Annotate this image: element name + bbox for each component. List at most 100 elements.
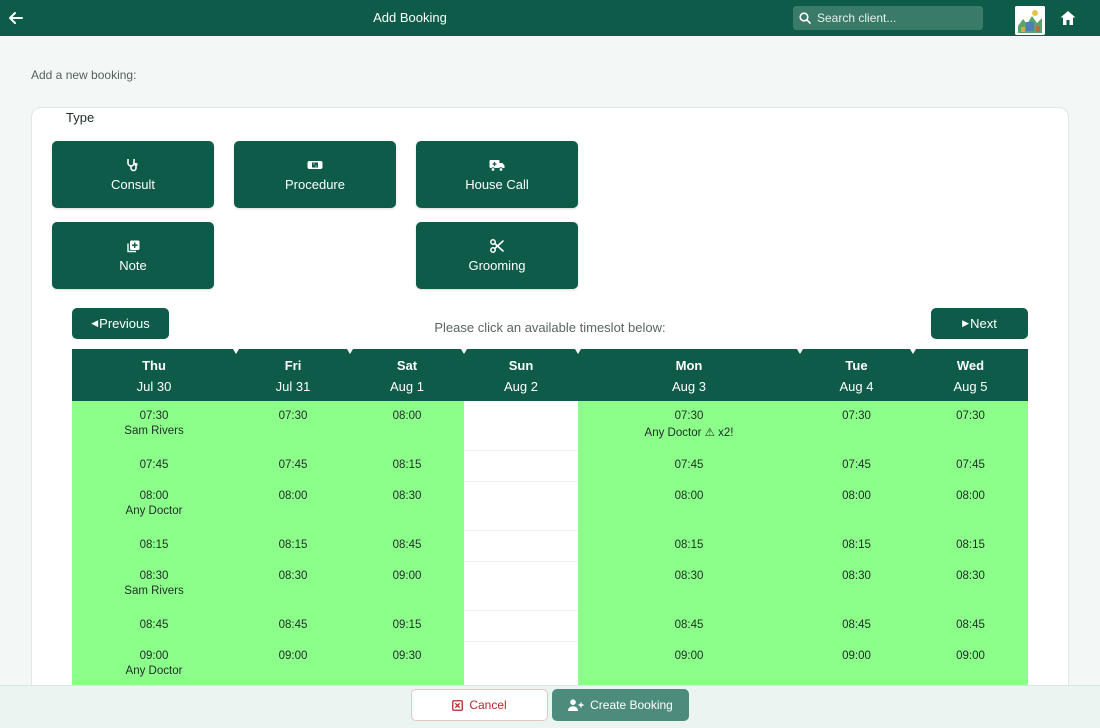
timeslot-time: 08:45 (842, 619, 871, 631)
footer-bar (0, 685, 1100, 728)
timeslot-time: 09:00 (674, 650, 704, 662)
timeslot-time: 09:30 (392, 650, 422, 662)
timeslot-time: 08:30 (956, 570, 985, 582)
search-box[interactable] (793, 6, 983, 30)
timeslot[interactable]: 07:30 (800, 410, 913, 422)
timeslot[interactable]: 07:45 (800, 459, 913, 471)
procedure-label: Procedure (285, 177, 345, 192)
timeslot-time: 08:00 (674, 490, 704, 502)
timeslot[interactable]: 07:30 (913, 410, 1028, 422)
next-button[interactable]: ▶ Next (931, 308, 1028, 339)
timeslot-time: 07:45 (956, 459, 985, 471)
timeslot-time: 07:30 (139, 410, 169, 422)
timeslot-time: 07:45 (139, 459, 169, 471)
timeslot[interactable]: 08:45 (350, 539, 464, 551)
timeslot[interactable]: 08:15 (913, 539, 1028, 551)
user-plus-icon (568, 699, 584, 711)
timeslot[interactable]: 08:45 (913, 619, 1028, 631)
column-divider-notch (575, 349, 581, 354)
timeslot[interactable]: 07:45 (236, 459, 350, 471)
timeslot[interactable]: 08:00 (350, 410, 464, 422)
timeslot-time: 07:45 (674, 459, 704, 471)
timeslot[interactable]: 07:30 Sam Rivers (72, 410, 236, 437)
timeslot[interactable]: 09:00 (350, 570, 464, 582)
previous-label: Previous (99, 316, 150, 331)
note-plus-icon (125, 238, 141, 254)
day-column-sun (464, 401, 578, 685)
timeslot[interactable]: 08:15 (72, 539, 236, 551)
timeslot[interactable]: 09:00 (913, 650, 1028, 662)
timeslot[interactable]: 08:30 (236, 570, 350, 582)
house-call-label: House Call (465, 177, 529, 192)
timeslot[interactable]: 09:30 (350, 650, 464, 662)
timeslot[interactable]: 08:15 (350, 459, 464, 471)
house-call-button[interactable]: House Call (416, 141, 578, 208)
day-header-sun: Sun Aug 2 (504, 358, 538, 394)
row-divider (464, 610, 578, 611)
timeslot[interactable]: 08:30 Sam Rivers (72, 570, 236, 597)
timeslot[interactable]: 08:00 (578, 490, 800, 502)
cancel-label: Cancel (469, 698, 507, 712)
calendar-body: 07:30 Sam Rivers 07:45 08:00 Any Doctor 08:15… (72, 401, 1028, 685)
timeslot[interactable]: 08:45 (72, 619, 236, 631)
search-icon (799, 12, 811, 24)
timeslot[interactable]: 08:30 (350, 490, 464, 502)
timeslot[interactable]: 08:45 (800, 619, 913, 631)
timeslot[interactable]: 08:00 (913, 490, 1028, 502)
timeslot-hint: Please click an available timeslot below… (434, 320, 666, 335)
timeslot[interactable]: 09:00 (800, 650, 913, 662)
procedure-button[interactable]: Procedure (234, 141, 396, 208)
timeslot-time: 07:30 (956, 410, 985, 422)
timeslot-time: 08:45 (674, 619, 704, 631)
timeslot[interactable]: 08:00 (236, 490, 350, 502)
home-button[interactable] (1059, 9, 1077, 27)
create-booking-button[interactable]: Create Booking (552, 689, 689, 721)
timeslot[interactable]: 07:45 (72, 459, 236, 471)
day-column-thu: 07:30 Sam Rivers 07:45 08:00 Any Doctor 08:15… (72, 401, 236, 685)
timeslot[interactable]: 08:15 (800, 539, 913, 551)
column-divider-notch (461, 349, 467, 354)
timeslot[interactable]: 08:45 (578, 619, 800, 631)
clinic-logo[interactable] (1015, 6, 1045, 35)
timeslot[interactable]: 08:15 (236, 539, 350, 551)
home-icon (1060, 11, 1076, 25)
timeslot-time: 08:30 (842, 570, 871, 582)
column-divider-notch (910, 349, 916, 354)
previous-button[interactable]: ◀ Previous (72, 308, 169, 339)
timeslot[interactable]: 07:30 Any Doctor ⚠ x2! (578, 410, 800, 439)
timeslot-time: 08:30 (139, 570, 169, 582)
timeslot[interactable]: 09:00 Any Doctor (72, 650, 236, 677)
timeslot-time: 08:30 (278, 570, 308, 582)
timeslot[interactable]: 09:00 (578, 650, 800, 662)
timeslot-time: 08:15 (956, 539, 985, 551)
timeslot[interactable]: 08:45 (236, 619, 350, 631)
grooming-button[interactable]: Grooming (416, 222, 578, 289)
column-divider-notch (797, 349, 803, 354)
truck-medical-icon (489, 157, 505, 173)
timeslot[interactable]: 08:30 (578, 570, 800, 582)
timeslot[interactable]: 08:00 (800, 490, 913, 502)
day-column-fri: 07:30 07:45 08:00 08:15 08:30 08:45 09:00 (236, 401, 350, 685)
note-label: Note (119, 258, 147, 273)
timeslot-time: 08:15 (674, 539, 704, 551)
row-divider (464, 450, 578, 451)
timeslot[interactable]: 08:30 (800, 570, 913, 582)
timeslot[interactable]: 08:30 (913, 570, 1028, 582)
next-label: Next (970, 316, 997, 331)
search-input[interactable] (817, 11, 977, 25)
consult-label: Consult (110, 177, 156, 192)
timeslot-time: 09:00 (956, 650, 985, 662)
timeslot[interactable]: 09:15 (350, 619, 464, 631)
cancel-button[interactable]: Cancel (411, 689, 548, 721)
consult-button[interactable]: Consult (52, 141, 214, 208)
timeslot[interactable]: 09:00 (236, 650, 350, 662)
timeslot-time: 08:15 (842, 539, 871, 551)
timeslot[interactable]: 07:45 (578, 459, 800, 471)
timeslot[interactable]: 07:30 (236, 410, 350, 422)
note-button[interactable]: Note (52, 222, 214, 289)
day-header-tue: Tue Aug 4 (839, 358, 874, 394)
timeslot[interactable]: 07:45 (913, 459, 1028, 471)
timeslot[interactable]: 08:00 Any Doctor (72, 490, 236, 517)
timeslot[interactable]: 08:15 (578, 539, 800, 551)
timeslot-time: 08:15 (278, 539, 308, 551)
